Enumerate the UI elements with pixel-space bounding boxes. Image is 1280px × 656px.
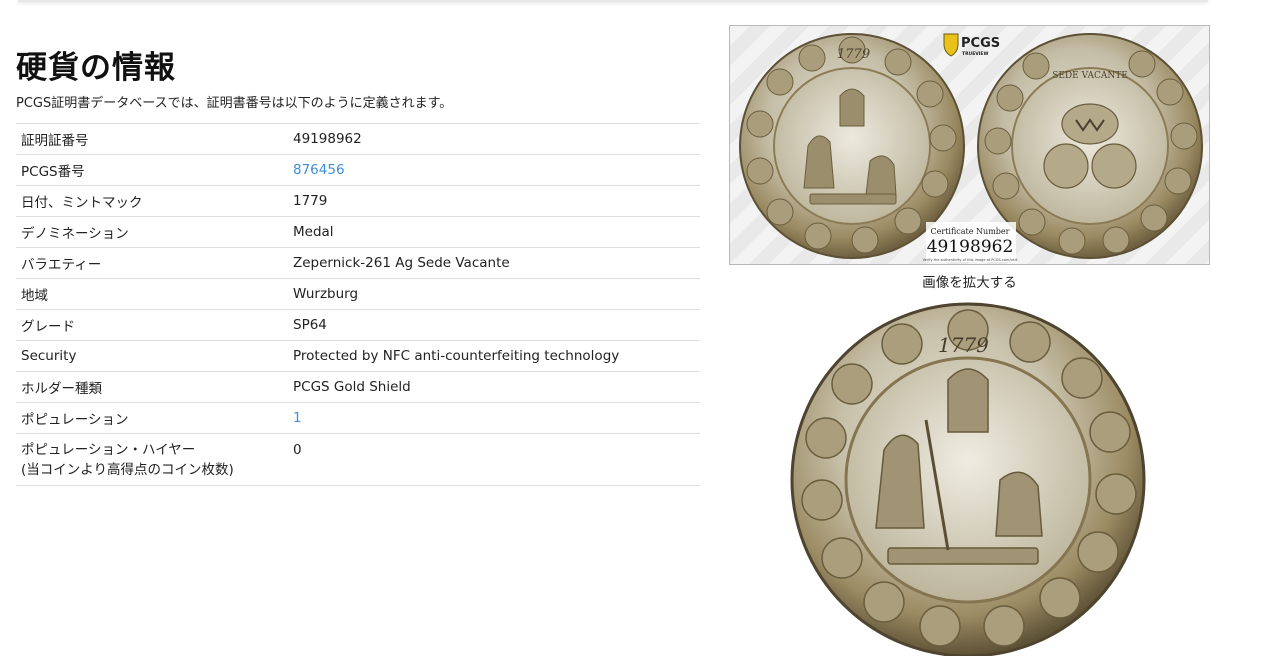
detail-row: バラエティー Zepernick-261 Ag Sede Vacante: [16, 247, 700, 279]
detail-row: Security Protected by NFC anti-counterfei…: [16, 340, 700, 372]
detail-row: ポピュレーション・ハイヤー (当コインより高得点のコイン枚数) 0: [16, 433, 700, 486]
detail-label-cell: ポピュレーション: [16, 402, 288, 434]
detail-label: バラエティー: [21, 257, 102, 273]
slab-reverse-legend: SEDE VACANTE: [1052, 71, 1128, 81]
detail-label: グレード: [21, 319, 75, 335]
detail-value-cell: 49198962: [288, 123, 700, 155]
detail-label: Security: [21, 348, 77, 364]
detail-row: 日付、ミントマック 1779: [16, 185, 700, 217]
detail-value-cell: PCGS Gold Shield: [288, 371, 700, 403]
detail-row: ホルダー種類 PCGS Gold Shield: [16, 371, 700, 403]
header-shadow-bar: [18, 0, 1208, 2]
detail-value-cell: Medal: [288, 216, 700, 248]
detail-row: デノミネーション Medal: [16, 216, 700, 248]
detail-value: Zepernick-261 Ag Sede Vacante: [293, 255, 510, 271]
detail-value-cell: 1779: [288, 185, 700, 217]
trueview-logo-text: TRUEVIEW: [962, 51, 988, 57]
detail-label-cell: バラエティー: [16, 247, 288, 279]
detail-value: 49198962: [293, 131, 362, 147]
intro-text: PCGS証明書データベースでは、証明書番号は以下のように定義されます。: [16, 96, 453, 111]
detail-label-cell: 地域: [16, 278, 288, 310]
detail-row: ポピュレーション 1: [16, 402, 700, 434]
detail-row: 地域 Wurzburg: [16, 278, 700, 310]
detail-value-cell: 0: [288, 433, 700, 486]
detail-label-cell: Security: [16, 340, 288, 372]
detail-label: ホルダー種類: [21, 381, 102, 397]
detail-value: Medal: [293, 224, 334, 240]
slab-verify-text: Verify the authenticity of this image at…: [923, 258, 1018, 262]
slab-obverse-date: 1779: [837, 47, 870, 62]
coin-details-table: 証明証番号 49198962 PCGS番号 876456 日付、ミントマック 1779 デノ…: [16, 123, 700, 486]
detail-label-cell: グレード: [16, 309, 288, 341]
detail-row: 証明証番号 49198962: [16, 123, 700, 155]
detail-value-cell: Protected by NFC anti-counterfeiting tec…: [288, 340, 700, 372]
big-coin-date: 1779: [938, 333, 989, 357]
detail-label-note: (当コインより高得点のコイン枚数): [21, 462, 234, 478]
pcgs-logo-text: PCGS: [961, 36, 1000, 51]
detail-value-link[interactable]: 876456: [293, 162, 345, 178]
detail-label-cell: デノミネーション: [16, 216, 288, 248]
detail-label: 地域: [21, 288, 48, 304]
trueview-slab-image[interactable]: 1779 SEDE VACANTE Certificate Number 491…: [729, 25, 1210, 265]
slab-cert-number: 49198962: [927, 237, 1014, 257]
detail-label-cell: PCGS番号: [16, 154, 288, 186]
coin-obverse-image[interactable]: 1779: [780, 300, 1160, 656]
detail-value-cell: 1: [288, 402, 700, 434]
detail-label: ポピュレーション: [21, 412, 129, 428]
detail-label-cell: ホルダー種類: [16, 371, 288, 403]
detail-label: PCGS番号: [21, 164, 85, 180]
big-coin-svg: 1779: [790, 302, 1146, 656]
detail-value-link[interactable]: 1: [293, 410, 302, 426]
detail-row: PCGS番号 876456: [16, 154, 700, 186]
detail-value-cell: 876456: [288, 154, 700, 186]
detail-row: グレード SP64: [16, 309, 700, 341]
detail-value-cell: Wurzburg: [288, 278, 700, 310]
detail-label: 証明証番号: [21, 133, 89, 149]
detail-value: SP64: [293, 317, 327, 333]
slab-cert-label: Certificate Number: [931, 227, 1010, 236]
detail-label-cell: 証明証番号: [16, 123, 288, 155]
enlarge-image-link[interactable]: 画像を拡大する: [729, 271, 1210, 291]
detail-value-cell: Zepernick-261 Ag Sede Vacante: [288, 247, 700, 279]
pcgs-trueview-logo: PCGS TRUEVIEW: [943, 33, 1000, 57]
detail-value: Protected by NFC anti-counterfeiting tec…: [293, 348, 620, 364]
detail-value: 0: [293, 442, 302, 458]
detail-value: Wurzburg: [293, 286, 359, 302]
detail-value: 1779: [293, 193, 328, 209]
page-title: 硬貨の情報: [16, 50, 176, 86]
detail-value-cell: SP64: [288, 309, 700, 341]
detail-label: 日付、ミントマック: [21, 195, 143, 211]
detail-label-cell: ポピュレーション・ハイヤー (当コインより高得点のコイン枚数): [16, 433, 288, 486]
slab-svg: 1779 SEDE VACANTE Certificate Number 491…: [739, 33, 1203, 262]
detail-label: デノミネーション: [21, 226, 129, 242]
detail-label-cell: 日付、ミントマック: [16, 185, 288, 217]
detail-value: PCGS Gold Shield: [293, 379, 411, 395]
detail-label: ポピュレーション・ハイヤー: [21, 442, 196, 458]
